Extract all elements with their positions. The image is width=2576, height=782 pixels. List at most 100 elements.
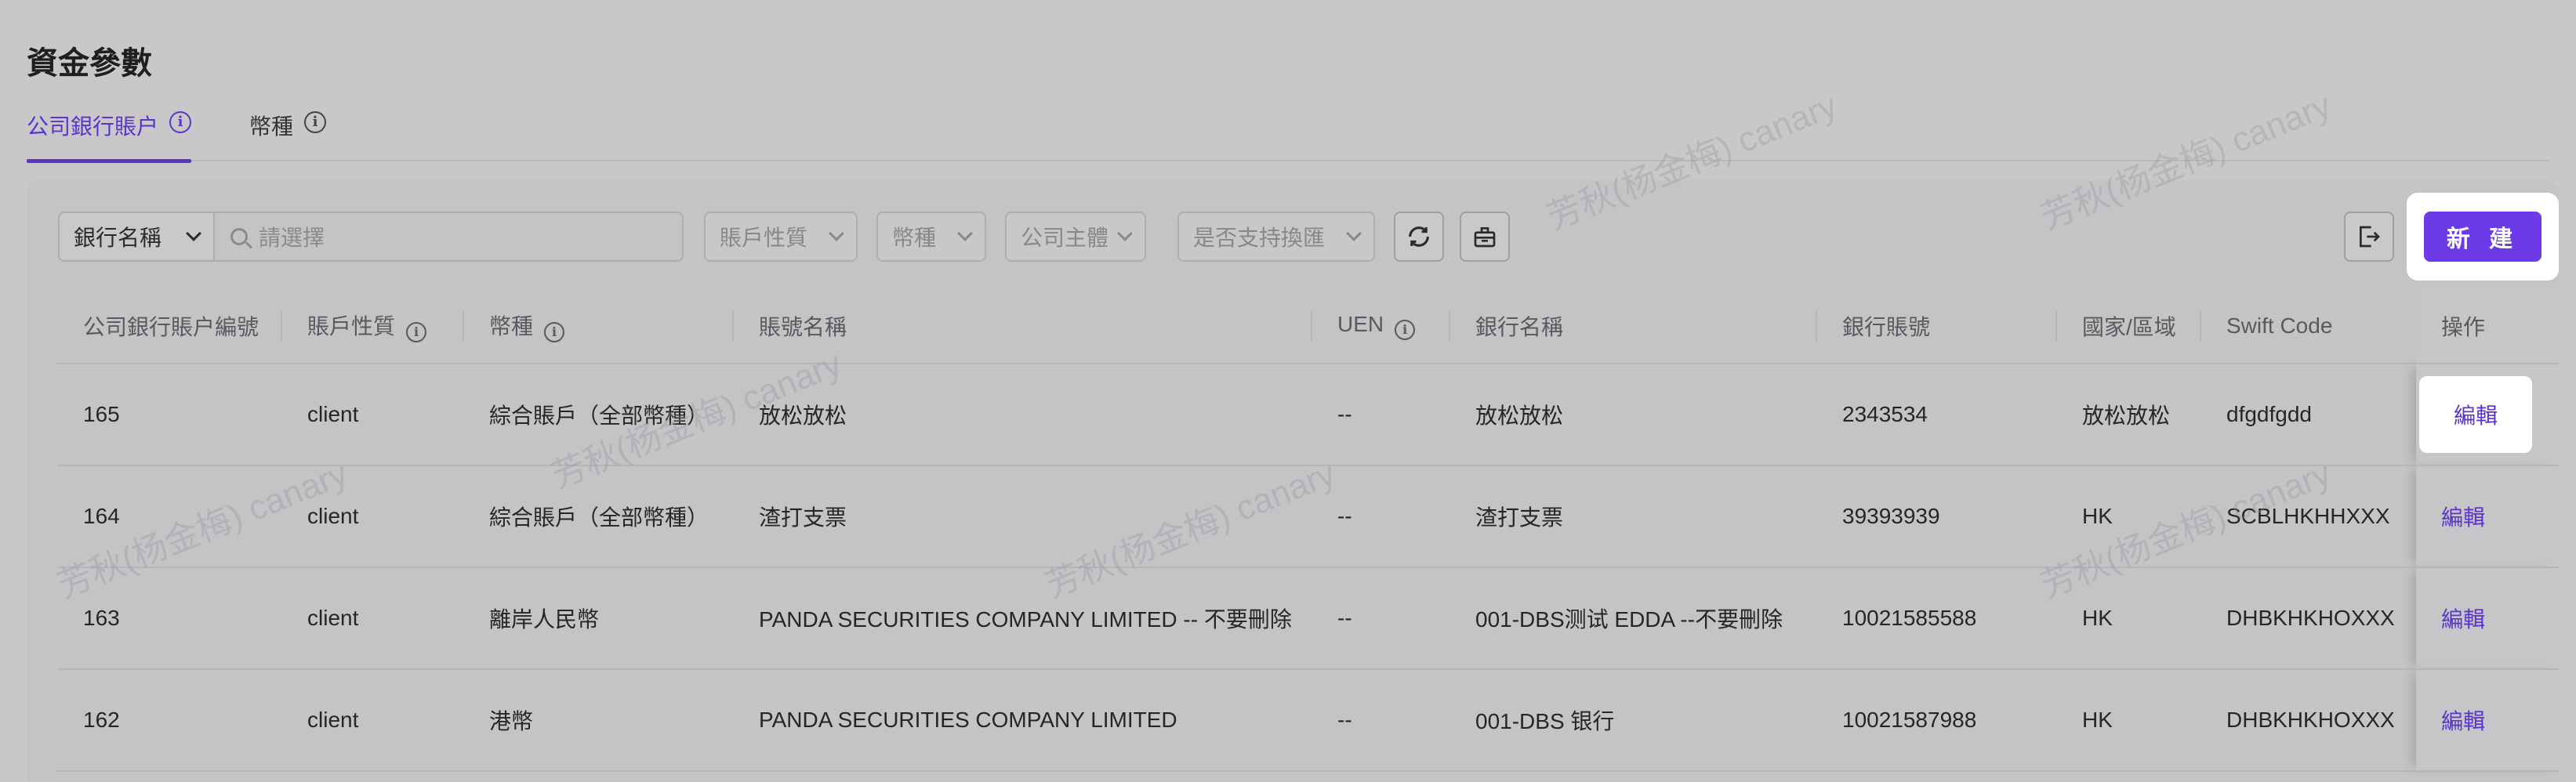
cell-account-name: PANDA SECURITIES COMPANY LIMITED -- 不要刪除 [734,567,1312,670]
search-placeholder: 請選擇 [259,226,325,250]
select-value: 銀行名稱 [74,226,162,250]
exchange-support-select[interactable]: 是否支持換匯 [1177,212,1375,262]
cell-account-type: client [282,567,464,670]
cell-currency: 綜合賬戶（全部幣種） [464,364,734,466]
info-icon[interactable]: i [1395,319,1416,340]
refresh-icon [1409,226,1429,247]
table-row: 164 client 綜合賬戶（全部幣種） 渣打支票 -- 渣打支票 39393939 HK S… [58,465,2559,568]
col-header-bank-account[interactable]: 銀行賬號 [1817,288,2057,364]
refresh-button[interactable] [1394,212,1444,262]
chevron-down-icon [829,226,844,241]
chevron-down-icon [1346,226,1362,241]
tab-company-bank-account[interactable]: 公司銀行賬户 i [27,110,192,163]
info-icon[interactable]: i [304,111,327,133]
clear-filter-button[interactable] [1460,212,1510,262]
page-title: 資金參數 [27,46,152,81]
bank-account-table: 公司銀行賬户編號 賬戶性質 i 幣種 i 賬號名稱 UEN i 銀行名稱 銀行賬號 國… [58,288,2559,772]
currency-select[interactable]: 幣種 [876,212,986,262]
cell-currency: 港幣 [464,669,734,772]
main-panel: 銀行名稱 請選擇 賬戶性質 幣種 公司主體 是否支持換匯 新 建 公司銀行賬户編… [27,180,2559,782]
select-placeholder: 幣種 [892,226,937,250]
cell-uen: -- [1312,364,1450,466]
new-button[interactable]: 新 建 [2424,212,2542,262]
cell-swift: DHBKHKHOXXX [2201,567,2416,670]
cell-bank-account: 10021587988 [1817,669,2057,772]
col-header-region[interactable]: 國家/區域 [2057,288,2201,364]
cell-region: HK [2057,465,2201,568]
edit-link[interactable]: 編輯 [2441,709,2485,733]
table-header-row: 公司銀行賬户編號 賬戶性質 i 幣種 i 賬號名稱 UEN i 銀行名稱 銀行賬號 國… [58,288,2559,364]
cell-region: 放松放松 [2057,364,2201,466]
col-header-account-name[interactable]: 賬號名稱 [734,288,1312,364]
search-input[interactable]: 請選擇 [213,212,684,262]
chevron-down-icon [957,226,973,241]
cell-id: 165 [58,364,282,466]
chevron-down-icon [1117,226,1133,241]
cell-action: 編輯 [2416,669,2559,772]
cell-bank-name: 001-DBS测试 EDDA --不要刪除 [1450,567,1817,670]
col-header-id[interactable]: 公司銀行賬户編號 [58,288,282,364]
cell-bank-account: 39393939 [1817,465,2057,568]
info-icon[interactable]: i [169,111,192,133]
col-header-account-type[interactable]: 賬戶性質 i [282,288,464,364]
select-placeholder: 公司主體 [1021,226,1109,250]
table-row: 162 client 港幣 PANDA SECURITIES COMPANY LIMI… [58,669,2559,772]
cell-account-name: 放松放松 [734,364,1312,466]
cell-id: 164 [58,465,282,568]
cell-action: 編輯 [2416,465,2559,568]
search-icon [230,228,248,245]
cell-swift: dfgdfgdd [2201,364,2416,466]
cell-id: 162 [58,669,282,772]
cell-bank-account: 10021585588 [1817,567,2057,670]
table-row: 163 client 離岸人民幣 PANDA SECURITIES COMPANY L… [58,567,2559,670]
cell-swift: DHBKHKHOXXX [2201,669,2416,772]
info-icon[interactable]: i [544,321,565,342]
edit-link[interactable]: 編輯 [2441,505,2485,530]
cell-action: 編輯 [2416,364,2559,466]
cell-account-type: client [282,465,464,568]
cell-currency: 離岸人民幣 [464,567,734,670]
tab-label: 幣種 [249,114,294,139]
col-header-action: 操作 [2416,288,2559,364]
edit-link[interactable]: 編輯 [2441,607,2485,632]
cell-bank-account: 2343534 [1817,364,2057,466]
cell-bank-name: 001-DBS 银行 [1450,669,1817,772]
col-header-swift[interactable]: Swift Code [2201,288,2416,364]
table-row: 165 client 綜合賬戶（全部幣種） 放松放松 -- 放松放松 2343534 放松放松… [58,364,2559,466]
cell-bank-name: 放松放松 [1450,364,1817,466]
export-button[interactable] [2344,212,2394,262]
cell-uen: -- [1312,567,1450,670]
edit-link[interactable]: 編輯 [2419,376,2532,453]
new-button-highlight: 新 建 [2407,193,2559,281]
cell-action: 編輯 [2416,567,2559,670]
cell-currency: 綜合賬戶（全部幣種） [464,465,734,568]
tab-bar: 公司銀行賬户 i 幣種 i [27,110,2549,163]
active-tab-underline [27,159,192,163]
account-type-select[interactable]: 賬戶性質 [704,212,858,262]
cell-account-type: client [282,364,464,466]
clear-icon [1474,227,1496,248]
tab-label: 公司銀行賬户 [27,114,159,139]
col-header-bank-name[interactable]: 銀行名稱 [1450,288,1817,364]
entity-select[interactable]: 公司主體 [1005,212,1146,262]
cell-account-type: client [282,669,464,772]
cell-account-name: PANDA SECURITIES COMPANY LIMITED [734,669,1312,772]
cell-bank-name: 渣打支票 [1450,465,1817,568]
cell-id: 163 [58,567,282,670]
cell-uen: -- [1312,465,1450,568]
tab-currency[interactable]: 幣種 i [249,110,327,161]
select-placeholder: 是否支持換匯 [1193,226,1326,250]
bank-name-select[interactable]: 銀行名稱 [58,212,215,262]
info-icon[interactable]: i [406,321,427,342]
cell-swift: SCBLHKHHXXX [2201,465,2416,568]
export-icon [2360,226,2380,248]
cell-region: HK [2057,669,2201,772]
cell-uen: -- [1312,669,1450,772]
select-placeholder: 賬戶性質 [720,226,808,250]
filter-toolbar: 銀行名稱 請選擇 賬戶性質 幣種 公司主體 是否支持換匯 新 建 [27,180,2559,290]
col-header-currency[interactable]: 幣種 i [464,288,734,364]
chevron-down-icon [186,226,201,241]
col-header-uen[interactable]: UEN i [1312,288,1450,364]
cell-account-name: 渣打支票 [734,465,1312,568]
cell-region: HK [2057,567,2201,670]
